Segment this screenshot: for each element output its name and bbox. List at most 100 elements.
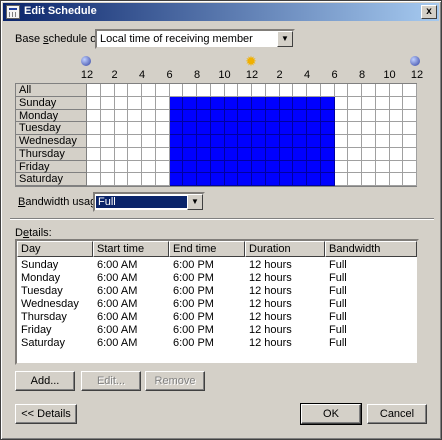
schedule-cell[interactable]	[128, 135, 142, 148]
schedule-cell[interactable]	[252, 147, 266, 161]
schedule-cell[interactable]	[183, 96, 197, 110]
schedule-cell[interactable]	[128, 96, 142, 110]
cancel-button[interactable]: Cancel	[367, 404, 427, 424]
schedule-cell[interactable]	[128, 147, 142, 161]
schedule-cell[interactable]	[403, 173, 417, 186]
schedule-cell[interactable]	[169, 84, 184, 97]
schedule-cell[interactable]	[238, 147, 252, 161]
schedule-cell[interactable]	[169, 147, 184, 161]
close-button[interactable]: x	[421, 5, 437, 19]
chevron-down-icon[interactable]: ▼	[277, 31, 293, 47]
schedule-cell[interactable]	[114, 96, 129, 110]
schedule-cell[interactable]	[307, 135, 321, 148]
schedule-cell[interactable]	[155, 96, 170, 110]
schedule-cell[interactable]	[279, 84, 294, 97]
schedule-cell[interactable]	[87, 135, 101, 148]
schedule-cell[interactable]	[265, 84, 280, 97]
schedule-cell[interactable]	[238, 173, 252, 186]
schedule-cell[interactable]	[293, 96, 307, 110]
schedule-cell[interactable]	[252, 160, 266, 174]
schedule-cell[interactable]	[142, 135, 156, 148]
ok-button[interactable]: OK	[300, 403, 362, 425]
schedule-cell[interactable]	[375, 135, 390, 148]
schedule-cell[interactable]	[389, 109, 404, 123]
schedule-cell[interactable]	[210, 96, 225, 110]
schedule-cell[interactable]	[169, 122, 184, 135]
day-label-friday[interactable]: Friday	[16, 160, 87, 174]
schedule-cell[interactable]	[252, 122, 266, 135]
schedule-cell[interactable]	[265, 135, 280, 148]
schedule-cell[interactable]	[362, 84, 376, 97]
schedule-cell[interactable]	[265, 160, 280, 174]
schedule-cell[interactable]	[279, 109, 294, 123]
schedule-cell[interactable]	[169, 109, 184, 123]
schedule-cell[interactable]	[348, 122, 362, 135]
schedule-cell[interactable]	[224, 135, 239, 148]
day-label-thursday[interactable]: Thursday	[16, 147, 87, 161]
schedule-cell[interactable]	[348, 173, 362, 186]
schedule-cell[interactable]	[100, 135, 115, 148]
column-header-start-time[interactable]: Start time	[93, 241, 169, 257]
schedule-cell[interactable]	[155, 173, 170, 186]
schedule-cell[interactable]	[334, 84, 349, 97]
schedule-cell[interactable]	[128, 84, 142, 97]
schedule-cell[interactable]	[197, 173, 211, 186]
day-label-tuesday[interactable]: Tuesday	[16, 122, 87, 135]
schedule-cell[interactable]	[279, 96, 294, 110]
schedule-cell[interactable]	[293, 160, 307, 174]
schedule-cell[interactable]	[389, 147, 404, 161]
schedule-cell[interactable]	[389, 135, 404, 148]
schedule-cell[interactable]	[169, 160, 184, 174]
schedule-cell[interactable]	[403, 96, 417, 110]
schedule-cell[interactable]	[155, 84, 170, 97]
schedule-cell[interactable]	[87, 96, 101, 110]
schedule-cell[interactable]	[334, 96, 349, 110]
schedule-cell[interactable]	[389, 122, 404, 135]
column-header-day[interactable]: Day	[17, 241, 93, 257]
schedule-cell[interactable]	[142, 96, 156, 110]
schedule-cell[interactable]	[389, 84, 404, 97]
details-toggle-button[interactable]: << Details	[15, 404, 77, 424]
schedule-cell[interactable]	[252, 173, 266, 186]
schedule-cell[interactable]	[224, 109, 239, 123]
schedule-cell[interactable]	[128, 173, 142, 186]
day-label-monday[interactable]: Monday	[16, 109, 87, 123]
schedule-cell[interactable]	[279, 173, 294, 186]
schedule-cell[interactable]	[224, 96, 239, 110]
schedule-cell[interactable]	[307, 147, 321, 161]
schedule-cell[interactable]	[362, 173, 376, 186]
schedule-cell[interactable]	[307, 96, 321, 110]
schedule-cell[interactable]	[183, 109, 197, 123]
schedule-cell[interactable]	[128, 160, 142, 174]
day-label-all[interactable]: All	[16, 84, 87, 97]
column-header-bandwidth[interactable]: Bandwidth	[325, 241, 417, 257]
column-header-end-time[interactable]: End time	[169, 241, 245, 257]
schedule-cell[interactable]	[375, 122, 390, 135]
table-row[interactable]: Monday 6:00 AM 6:00 PM 12 hours Full	[17, 272, 417, 285]
schedule-cell[interactable]	[375, 147, 390, 161]
schedule-cell[interactable]	[100, 122, 115, 135]
schedule-cell[interactable]	[87, 173, 101, 186]
title-bar[interactable]: Edit Schedule x	[3, 3, 439, 21]
schedule-cell[interactable]	[403, 135, 417, 148]
schedule-cell[interactable]	[155, 160, 170, 174]
schedule-cell[interactable]	[252, 84, 266, 97]
schedule-cell[interactable]	[142, 173, 156, 186]
schedule-cell[interactable]	[279, 147, 294, 161]
schedule-cell[interactable]	[403, 122, 417, 135]
day-label-sunday[interactable]: Sunday	[16, 96, 87, 110]
schedule-cell[interactable]	[334, 147, 349, 161]
schedule-cell[interactable]	[210, 160, 225, 174]
schedule-cell[interactable]	[348, 160, 362, 174]
schedule-cell[interactable]	[265, 122, 280, 135]
schedule-cell[interactable]	[293, 135, 307, 148]
schedule-cell[interactable]	[307, 173, 321, 186]
schedule-cell[interactable]	[183, 173, 197, 186]
schedule-cell[interactable]	[293, 84, 307, 97]
schedule-cell[interactable]	[210, 173, 225, 186]
schedule-cell[interactable]	[293, 173, 307, 186]
schedule-cell[interactable]	[128, 122, 142, 135]
schedule-cell[interactable]	[142, 147, 156, 161]
schedule-cells[interactable]	[87, 84, 417, 186]
schedule-cell[interactable]	[210, 84, 225, 97]
